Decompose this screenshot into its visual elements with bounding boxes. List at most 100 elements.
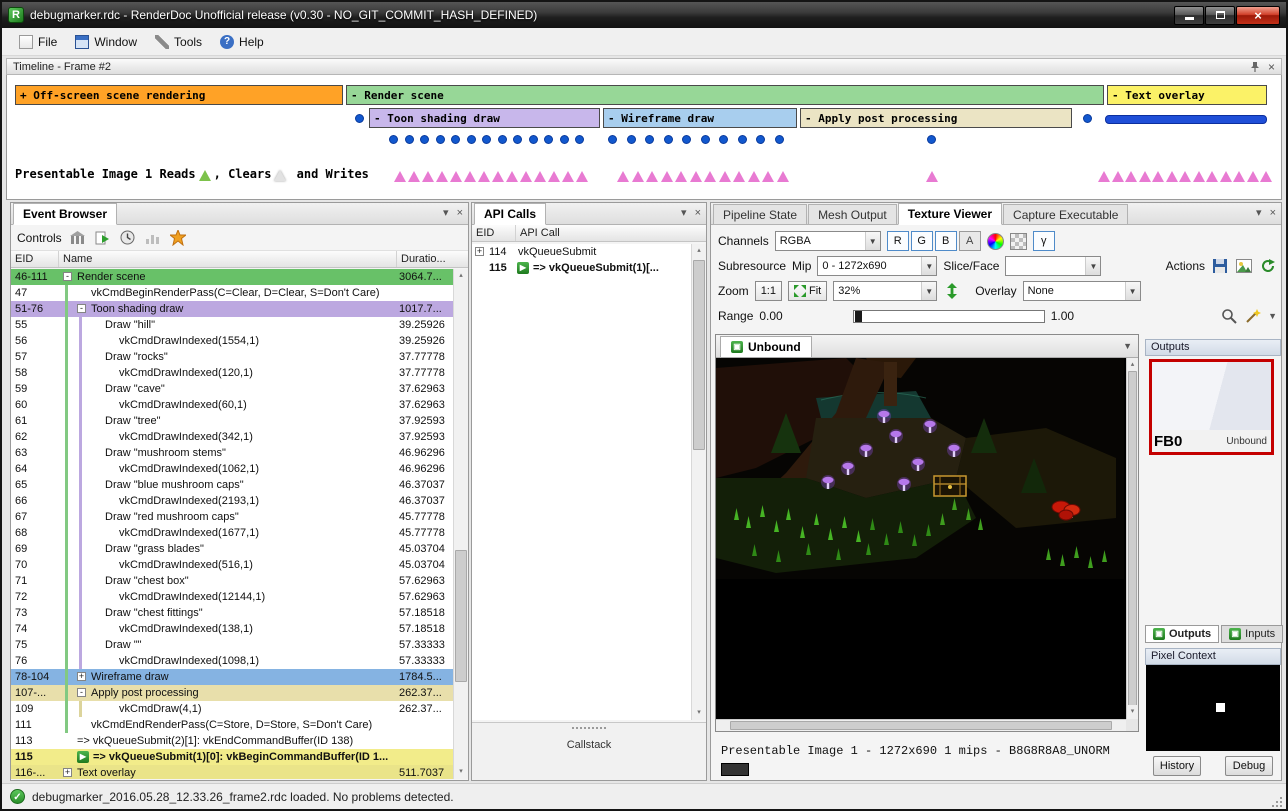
event-row[interactable]: 111vkCmdEndRenderPass(C=Store, D=Store, … [11,717,453,733]
timeline-event-bar[interactable] [1105,115,1267,124]
chevron-down-icon[interactable]: ▾ [443,207,449,219]
scroll-down-icon[interactable]: ▾ [1127,705,1138,719]
close-icon[interactable]: × [457,207,463,219]
api-call-row[interactable]: 115▶=> vkQueueSubmit(1)[... [472,260,691,276]
event-row[interactable]: 62vkCmdDrawIndexed(342,1)37.92593 [11,429,453,445]
col-eid[interactable]: EID [472,225,516,241]
bookmark-star-icon[interactable] [169,229,187,247]
export-image-icon[interactable] [1235,257,1253,275]
autofit-wand-icon[interactable] [1244,307,1262,325]
event-row[interactable]: 51-76-Toon shading draw1017.7... [11,301,453,317]
channel-g-button[interactable]: G [911,231,933,251]
scroll-down-icon[interactable]: ▾ [454,765,468,779]
menu-window[interactable]: Window [66,32,146,52]
event-dot[interactable] [1083,114,1092,123]
event-browser-scrollbar[interactable]: ▴ ▾ [453,269,468,779]
expand-icon[interactable]: + [77,672,86,681]
expand-icon[interactable]: + [475,247,484,256]
range-slider-thumb[interactable] [855,311,862,322]
event-dot[interactable] [738,135,747,144]
channel-b-button[interactable]: B [935,231,957,251]
event-row[interactable]: 60vkCmdDrawIndexed(60,1)37.62963 [11,397,453,413]
event-dot[interactable] [608,135,617,144]
debug-button[interactable]: Debug [1225,756,1273,776]
texture-horizontal-scrollbar[interactable] [716,719,1126,731]
write-triangle-group[interactable] [1098,171,1272,182]
checkerboard-icon[interactable] [1010,233,1027,250]
col-name[interactable]: Name [59,251,397,267]
tab-unbound-texture[interactable]: ▣ Unbound [720,336,812,357]
zoom-level-dropdown[interactable]: 32%▼ [833,281,937,301]
texture-display[interactable] [716,358,1126,719]
write-triangle-group[interactable] [394,171,588,182]
event-row[interactable]: 65Draw "blue mushroom caps"46.37037 [11,477,453,493]
menu-help[interactable]: Help [211,32,273,52]
event-row[interactable]: 109vkCmdDraw(4,1)262.37... [11,701,453,717]
event-row[interactable]: 76vkCmdDrawIndexed(1098,1)57.33333 [11,653,453,669]
timeline-marker-bar[interactable]: - Apply post processing [800,108,1072,128]
close-icon[interactable]: × [695,207,701,219]
col-duration[interactable]: Duratio... [397,251,468,267]
event-dot[interactable] [355,114,364,123]
channel-r-button[interactable]: R [887,231,909,251]
event-row[interactable]: 75Draw ""57.33333 [11,637,453,653]
scrollbar-thumb[interactable] [455,550,467,683]
collapse-icon[interactable]: - [77,688,86,697]
stats-chart-icon[interactable] [144,229,162,247]
event-row[interactable]: 47vkCmdBeginRenderPass(C=Clear, D=Clear,… [11,285,453,301]
scroll-down-icon[interactable]: ▾ [692,706,706,720]
event-row[interactable]: 71Draw "chest box"57.62963 [11,573,453,589]
menu-tools[interactable]: Tools [146,32,211,52]
minimize-button[interactable] [1174,6,1204,25]
refresh-icon[interactable] [1259,257,1277,275]
tab-event-browser[interactable]: Event Browser [13,203,117,225]
event-row[interactable]: 56vkCmdDrawIndexed(1554,1)39.25926 [11,333,453,349]
range-slider[interactable] [853,310,1045,323]
channels-dropdown[interactable]: RGBA▼ [775,231,881,251]
event-dot[interactable] [775,135,784,144]
tab-capture-executable[interactable]: Capture Executable [1003,204,1128,224]
event-dot[interactable] [664,135,673,144]
api-calls-scrollbar[interactable]: ▴ ▾ [691,244,706,720]
browse-icon[interactable] [69,229,87,247]
export-icon[interactable] [94,229,112,247]
event-dot[interactable] [498,135,507,144]
fit-button[interactable]: Fit [788,281,827,301]
timeline-marker-bar[interactable]: - Wireframe draw [603,108,797,128]
event-row[interactable]: 66vkCmdDrawIndexed(2193,1)46.37037 [11,493,453,509]
api-call-row[interactable]: +114vkQueueSubmit [472,244,691,260]
collapse-icon[interactable]: - [63,272,72,281]
menu-file[interactable]: File [10,32,66,52]
event-dot[interactable] [513,135,522,144]
chevron-down-icon[interactable]: ▾ [681,207,687,219]
tab-outputs[interactable]: ▣Outputs [1145,625,1219,643]
close-button[interactable]: × [1236,6,1280,25]
event-dot[interactable] [575,135,584,144]
event-row[interactable]: 58vkCmdDrawIndexed(120,1)37.77778 [11,365,453,381]
event-row[interactable]: 64vkCmdDrawIndexed(1062,1)46.96296 [11,461,453,477]
event-dot[interactable] [529,135,538,144]
event-dot[interactable] [482,135,491,144]
maximize-button[interactable] [1205,6,1235,25]
chevron-down-icon[interactable]: ▾ [1256,207,1262,219]
tab-pipeline-state[interactable]: Pipeline State [713,204,807,224]
chevron-down-icon[interactable]: ▼ [1123,341,1132,351]
event-row[interactable]: 74vkCmdDrawIndexed(138,1)57.18518 [11,621,453,637]
event-dot[interactable] [451,135,460,144]
timeline-marker-bar[interactable]: + Off-screen scene rendering [15,85,343,105]
event-dot[interactable] [405,135,414,144]
color-wheel-icon[interactable] [987,233,1004,250]
scrollbar-thumb[interactable] [693,260,705,450]
timeline-canvas[interactable]: + Off-screen scene rendering- Render sce… [6,75,1282,200]
scroll-up-icon[interactable]: ▴ [454,269,468,283]
event-dot[interactable] [701,135,710,144]
tab-inputs[interactable]: ▣Inputs [1221,625,1283,643]
col-api-call[interactable]: API Call [516,225,706,241]
history-button[interactable]: History [1153,756,1201,776]
save-icon[interactable] [1211,257,1229,275]
event-dot[interactable] [436,135,445,144]
slice-face-dropdown[interactable]: ▼ [1005,256,1101,276]
timeline-marker-bar[interactable]: - Text overlay [1107,85,1267,105]
scroll-up-icon[interactable]: ▴ [1127,358,1138,372]
event-dot[interactable] [467,135,476,144]
